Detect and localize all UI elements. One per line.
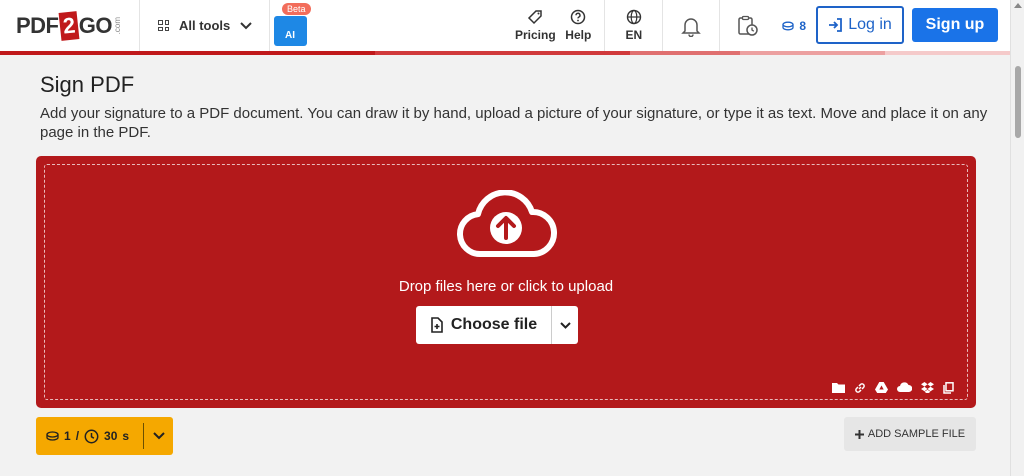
page-description: Add your signature to a PDF document. Yo… (40, 105, 988, 141)
chevron-down-icon (152, 432, 165, 440)
chevron-down-icon (240, 21, 252, 29)
cost-dropdown-toggle[interactable] (144, 432, 173, 440)
login-button[interactable]: Log in (816, 6, 904, 44)
conversion-cost-pill[interactable]: 1 / 30 s (36, 417, 173, 455)
clock-icon (84, 429, 99, 443)
cloud-upload-icon (457, 190, 557, 257)
cost-separator: / (75, 429, 80, 443)
header-accent-bar (0, 51, 1010, 55)
logo-text-com: .com (112, 16, 122, 35)
language-selector[interactable]: EN (604, 0, 662, 51)
help-label: Help (565, 28, 592, 42)
credits-counter[interactable]: 8 (776, 0, 812, 51)
grid-icon (158, 20, 169, 31)
scroll-up-arrow-icon[interactable] (1014, 3, 1022, 8)
notifications-button[interactable] (662, 0, 719, 51)
file-add-icon (431, 317, 443, 333)
language-label: EN (625, 28, 643, 42)
history-button[interactable] (719, 0, 776, 51)
onedrive-icon[interactable] (897, 382, 912, 392)
ai-label: AI (285, 29, 295, 41)
logo-text-go: GO (78, 12, 113, 38)
google-drive-icon[interactable] (875, 382, 888, 393)
pricing-label: Pricing (514, 28, 556, 42)
choose-file-label: Choose file (450, 316, 538, 333)
logo-text-2: 2 (58, 10, 80, 41)
clipboard-clock-icon (738, 15, 759, 36)
pdf2go-logo[interactable]: PDF 2 GO .com (0, 0, 140, 51)
cost-summary: 1 / 30 s (36, 423, 144, 449)
coin-stack-icon (46, 431, 59, 441)
help-link[interactable]: Help (558, 0, 598, 51)
time-unit: s (122, 429, 130, 443)
login-icon (829, 18, 843, 32)
ai-button[interactable]: Beta AI (270, 0, 311, 51)
time-value: 30 (104, 429, 118, 443)
scrollbar-thumb[interactable] (1015, 66, 1021, 138)
credit-cost-value: 1 (64, 429, 71, 443)
choose-file-button[interactable]: Choose file (416, 306, 552, 344)
plus-icon (854, 429, 864, 439)
login-label: Log in (848, 16, 892, 33)
help-icon (571, 9, 586, 25)
coin-stack-icon (782, 21, 794, 30)
choose-file-button-group: Choose file (416, 306, 578, 344)
globe-icon (626, 9, 642, 25)
dropbox-icon[interactable] (921, 382, 934, 393)
all-tools-menu[interactable]: All tools (140, 0, 270, 51)
all-tools-label: All tools (179, 18, 231, 33)
page-scrollbar[interactable] (1010, 0, 1024, 476)
link-icon[interactable] (854, 382, 866, 394)
signup-button[interactable]: Sign up (912, 8, 998, 42)
upload-sources (832, 382, 954, 394)
file-dropzone[interactable]: Drop files here or click to upload Choos… (36, 156, 976, 408)
page-title: Sign PDF (40, 72, 135, 97)
credits-value: 8 (799, 18, 806, 33)
pricing-link[interactable]: Pricing (512, 0, 558, 51)
tag-icon (528, 10, 543, 25)
clipboard-icon[interactable] (943, 382, 954, 394)
beta-badge: Beta (282, 3, 311, 15)
drop-files-text: Drop files here or click to upload (398, 278, 614, 295)
logo-text-pdf: PDF (16, 12, 59, 38)
choose-file-dropdown[interactable] (552, 306, 578, 344)
top-header: PDF 2 GO .com All tools Beta AI Pricing … (0, 0, 1010, 51)
folder-icon[interactable] (832, 382, 845, 393)
ai-icon: AI (273, 15, 307, 46)
add-sample-label: ADD SAMPLE FILE (867, 428, 966, 440)
chevron-down-icon (559, 321, 571, 329)
add-sample-file-button[interactable]: ADD SAMPLE FILE (844, 417, 976, 451)
bell-icon (681, 17, 702, 37)
